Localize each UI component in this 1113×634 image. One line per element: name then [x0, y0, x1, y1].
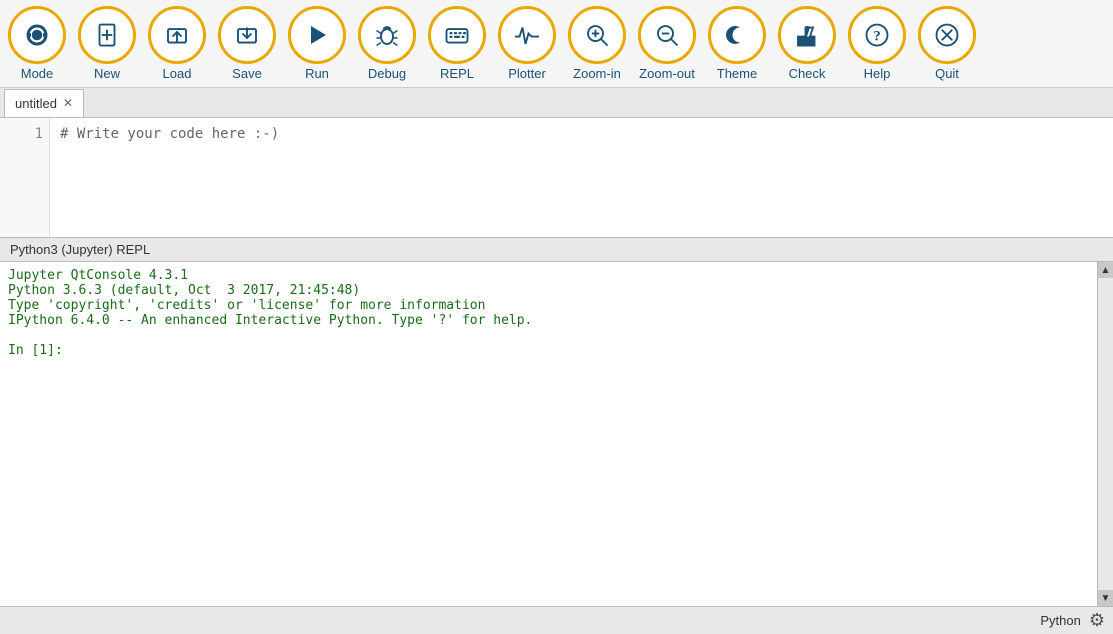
new-label: New: [94, 66, 120, 81]
theme-icon: [708, 6, 766, 64]
save-label: Save: [232, 66, 262, 81]
zoom-in-label: Zoom-in: [573, 66, 621, 81]
plotter-label: Plotter: [508, 66, 546, 81]
new-icon: [78, 6, 136, 64]
tabs-bar: untitled ✕: [0, 88, 1113, 118]
toolbar-save-button[interactable]: Save: [212, 4, 282, 83]
toolbar-help-button[interactable]: ? Help: [842, 4, 912, 83]
settings-gear-icon[interactable]: ⚙: [1089, 610, 1105, 631]
theme-label: Theme: [717, 66, 757, 81]
repl-scrollbar: ▲ ▼: [1097, 262, 1113, 606]
load-label: Load: [163, 66, 192, 81]
scroll-down-button[interactable]: ▼: [1098, 590, 1113, 606]
help-icon: ?: [848, 6, 906, 64]
toolbar-zoom-in-button[interactable]: Zoom-in: [562, 4, 632, 83]
svg-text:?: ?: [873, 28, 881, 44]
repl-content[interactable]: Jupyter QtConsole 4.3.1 Python 3.6.3 (de…: [0, 262, 1097, 606]
repl-header-label: Python3 (Jupyter) REPL: [10, 242, 150, 257]
zoom-in-icon: [568, 6, 626, 64]
debug-label: Debug: [368, 66, 406, 81]
line-numbers: 1: [0, 118, 50, 237]
check-icon: [778, 6, 836, 64]
repl-icon: [428, 6, 486, 64]
zoom-out-icon: [638, 6, 696, 64]
repl-header: Python3 (Jupyter) REPL: [0, 238, 1113, 262]
toolbar-repl-button[interactable]: REPL: [422, 4, 492, 83]
toolbar-plotter-button[interactable]: Plotter: [492, 4, 562, 83]
toolbar-run-button[interactable]: Run: [282, 4, 352, 83]
zoom-out-label: Zoom-out: [639, 66, 695, 81]
editor-area: 1 # Write your code here :-): [0, 118, 1113, 238]
tab-untitled-label: untitled: [15, 96, 57, 111]
check-label: Check: [789, 66, 826, 81]
toolbar-debug-button[interactable]: Debug: [352, 4, 422, 83]
repl-label: REPL: [440, 66, 474, 81]
close-tab-icon[interactable]: ✕: [63, 96, 73, 110]
quit-icon: [918, 6, 976, 64]
line-number-1: 1: [6, 126, 43, 142]
tab-untitled[interactable]: untitled ✕: [4, 89, 84, 117]
repl-container: Jupyter QtConsole 4.3.1 Python 3.6.3 (de…: [0, 262, 1113, 606]
mode-icon: [8, 6, 66, 64]
toolbar-theme-button[interactable]: Theme: [702, 4, 772, 83]
quit-label: Quit: [935, 66, 959, 81]
toolbar: Mode New Load: [0, 0, 1113, 88]
language-label: Python: [1040, 613, 1080, 628]
toolbar-zoom-out-button[interactable]: Zoom-out: [632, 4, 702, 83]
toolbar-load-button[interactable]: Load: [142, 4, 212, 83]
debug-icon: [358, 6, 416, 64]
code-area[interactable]: # Write your code here :-): [50, 118, 1113, 237]
toolbar-new-button[interactable]: New: [72, 4, 142, 83]
toolbar-mode-button[interactable]: Mode: [2, 4, 72, 83]
help-label: Help: [864, 66, 891, 81]
run-label: Run: [305, 66, 329, 81]
run-icon: [288, 6, 346, 64]
toolbar-check-button[interactable]: Check: [772, 4, 842, 83]
status-bar: Python ⚙: [0, 606, 1113, 634]
mode-label: Mode: [21, 66, 54, 81]
plotter-icon: [498, 6, 556, 64]
code-line-1: # Write your code here :-): [60, 126, 279, 142]
save-icon: [218, 6, 276, 64]
load-icon: [148, 6, 206, 64]
scroll-up-button[interactable]: ▲: [1098, 262, 1113, 278]
toolbar-quit-button[interactable]: Quit: [912, 4, 982, 83]
